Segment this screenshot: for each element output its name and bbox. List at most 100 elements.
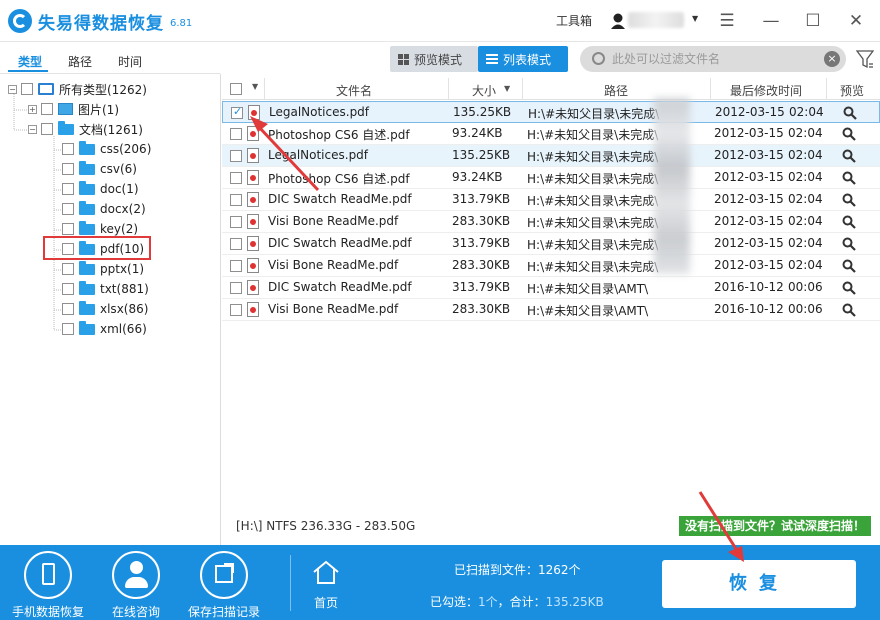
tree-checkbox[interactable] [62,143,74,155]
table-row[interactable]: DIC Swatch ReadMe.pdf 313.79KB H:\#未知父目录\未… [222,233,880,255]
tree-checkbox[interactable] [62,323,74,335]
tree-checkbox[interactable] [62,203,74,215]
tree-item-all-types[interactable]: − 所有类型(1262) [8,79,147,99]
save-scan-button[interactable]: 保存扫描记录 [184,551,264,620]
table-row[interactable]: DIC Swatch ReadMe.pdf 313.79KB H:\#未知父目录\未… [222,189,880,211]
tree-checkbox[interactable] [62,183,74,195]
preview-magnifier-icon[interactable] [842,259,856,273]
pdf-file-icon [247,302,259,317]
folder-icon [79,200,95,215]
file-name: Visi Bone ReadMe.pdf [268,258,399,272]
minimize-button[interactable]: — [758,8,784,34]
file-time: 02:04 [789,105,824,119]
tree-item-docx[interactable]: docx(2) [62,199,146,219]
row-checkbox[interactable] [230,128,242,140]
file-size: 313.79KB [452,280,511,294]
tree-item-xlsx[interactable]: xlsx(86) [62,299,148,319]
file-time: 00:06 [788,302,823,316]
folder-icon [79,140,95,155]
tree-checkbox[interactable] [41,123,53,135]
list-mode-button[interactable]: 列表模式 [478,46,568,72]
home-button[interactable]: 首页 [306,559,346,611]
folder-icon [79,260,95,275]
tree-checkbox[interactable] [62,163,74,175]
row-checkbox[interactable] [230,260,242,272]
preview-magnifier-icon[interactable] [843,106,857,120]
table-row[interactable]: LegalNotices.pdf135.25KBH:\#未知父目录\未完成\20… [222,145,880,167]
table-row[interactable]: DIC Swatch ReadMe.pdf 313.79KB H:\#未知父目录\A… [222,277,880,299]
table-row[interactable]: Visi Bone ReadMe.pdf 283.30KB H:\#未知父目录\未完… [222,255,880,277]
menu-button[interactable]: ☰ [714,8,740,34]
select-all-checkbox[interactable] [230,83,242,95]
consult-person-icon [112,551,160,599]
row-checkbox[interactable] [230,238,242,250]
row-checkbox[interactable] [230,304,242,316]
table-row[interactable]: LegalNotices.pdf135.25KBH:\#未知父目录\未完成\20… [222,101,880,123]
row-checkbox[interactable] [230,194,242,206]
expand-icon[interactable]: + [28,104,37,114]
phone-recovery-button[interactable]: 手机数据恢复 [8,551,88,620]
tree-item-label: key(2) [100,222,139,236]
tree-checkbox[interactable] [62,263,74,275]
user-dropdown-caret-icon[interactable]: ▼ [692,14,698,23]
filter-input[interactable] [612,50,812,68]
tree-item-images[interactable]: + 图片(1) [28,99,119,119]
column-header-size[interactable]: 大小 [472,82,496,99]
row-checkbox[interactable] [230,282,242,294]
tree-checkbox[interactable] [41,103,53,115]
preview-magnifier-icon[interactable] [842,193,856,207]
preview-magnifier-icon[interactable] [842,215,856,229]
online-consult-button[interactable]: 在线咨询 [96,551,176,620]
tree-checkbox[interactable] [62,303,74,315]
file-time: 02:04 [788,148,823,162]
tree-item-doc[interactable]: doc(1) [62,179,139,199]
tree-item-csv[interactable]: csv(6) [62,159,137,179]
collapse-icon[interactable]: − [28,124,37,134]
filter-icon[interactable] [856,48,874,70]
preview-magnifier-icon[interactable] [842,127,856,141]
preview-magnifier-icon[interactable] [842,149,856,163]
clear-icon[interactable]: × [824,51,840,67]
deep-scan-button[interactable]: 没有扫描到文件？试试深度扫描！ [679,516,871,536]
row-checkbox[interactable] [230,150,242,162]
file-size: 313.79KB [452,192,511,206]
tree-checkbox[interactable] [21,83,33,95]
tree-item-label: docx(2) [100,202,146,216]
column-header-path[interactable]: 路径 [604,82,628,99]
filter-search-box[interactable]: × [580,46,846,72]
file-time: 00:06 [788,280,823,294]
column-header-modified[interactable]: 最后修改时间 [730,82,802,99]
table-row[interactable]: Visi Bone ReadMe.pdf 283.30KB H:\#未知父目录\未完… [222,211,880,233]
preview-magnifier-icon[interactable] [842,237,856,251]
select-dropdown-icon[interactable]: ▼ [252,82,258,91]
column-header-name[interactable]: 文件名 [336,82,372,99]
tree-item-css[interactable]: css(206) [62,139,151,159]
recover-button[interactable]: 恢复 [662,560,856,608]
table-row[interactable]: Photoshop CS6 自述.pdf 93.24KB H:\#未知父目录\未完成… [222,123,880,145]
tree-item-xml[interactable]: xml(66) [62,319,147,339]
table-row[interactable]: Photoshop CS6 自述.pdf 93.24KB H:\#未知父目录\未完成… [222,167,880,189]
preview-magnifier-icon[interactable] [842,171,856,185]
preview-mode-button[interactable]: 预览模式 [390,46,478,72]
tree-item-documents[interactable]: − 文档(1261) [28,119,143,139]
tree-checkbox[interactable] [62,283,74,295]
tree-checkbox[interactable] [62,223,74,235]
preview-magnifier-icon[interactable] [842,303,856,317]
user-name-blurred[interactable] [628,12,684,28]
row-checkbox[interactable] [230,216,242,228]
file-name: DIC Swatch ReadMe.pdf [268,236,412,250]
preview-magnifier-icon[interactable] [842,281,856,295]
user-icon[interactable] [610,12,626,30]
collapse-icon[interactable]: − [8,84,17,94]
grid-icon [398,53,409,65]
row-checkbox[interactable] [231,105,243,119]
tree-item-txt[interactable]: txt(881) [62,279,149,299]
close-button[interactable]: ✕ [843,8,869,34]
row-checkbox[interactable] [230,172,242,184]
sort-down-icon[interactable]: ▼ [504,84,510,93]
maximize-button[interactable]: ☐ [800,8,826,34]
tree-item-label: pptx(1) [100,262,145,276]
toolbox-button[interactable]: 工具箱 [556,12,592,29]
table-row[interactable]: Visi Bone ReadMe.pdf 283.30KB H:\#未知父目录\AM… [222,299,880,321]
tree-item-pptx[interactable]: pptx(1) [62,259,144,279]
